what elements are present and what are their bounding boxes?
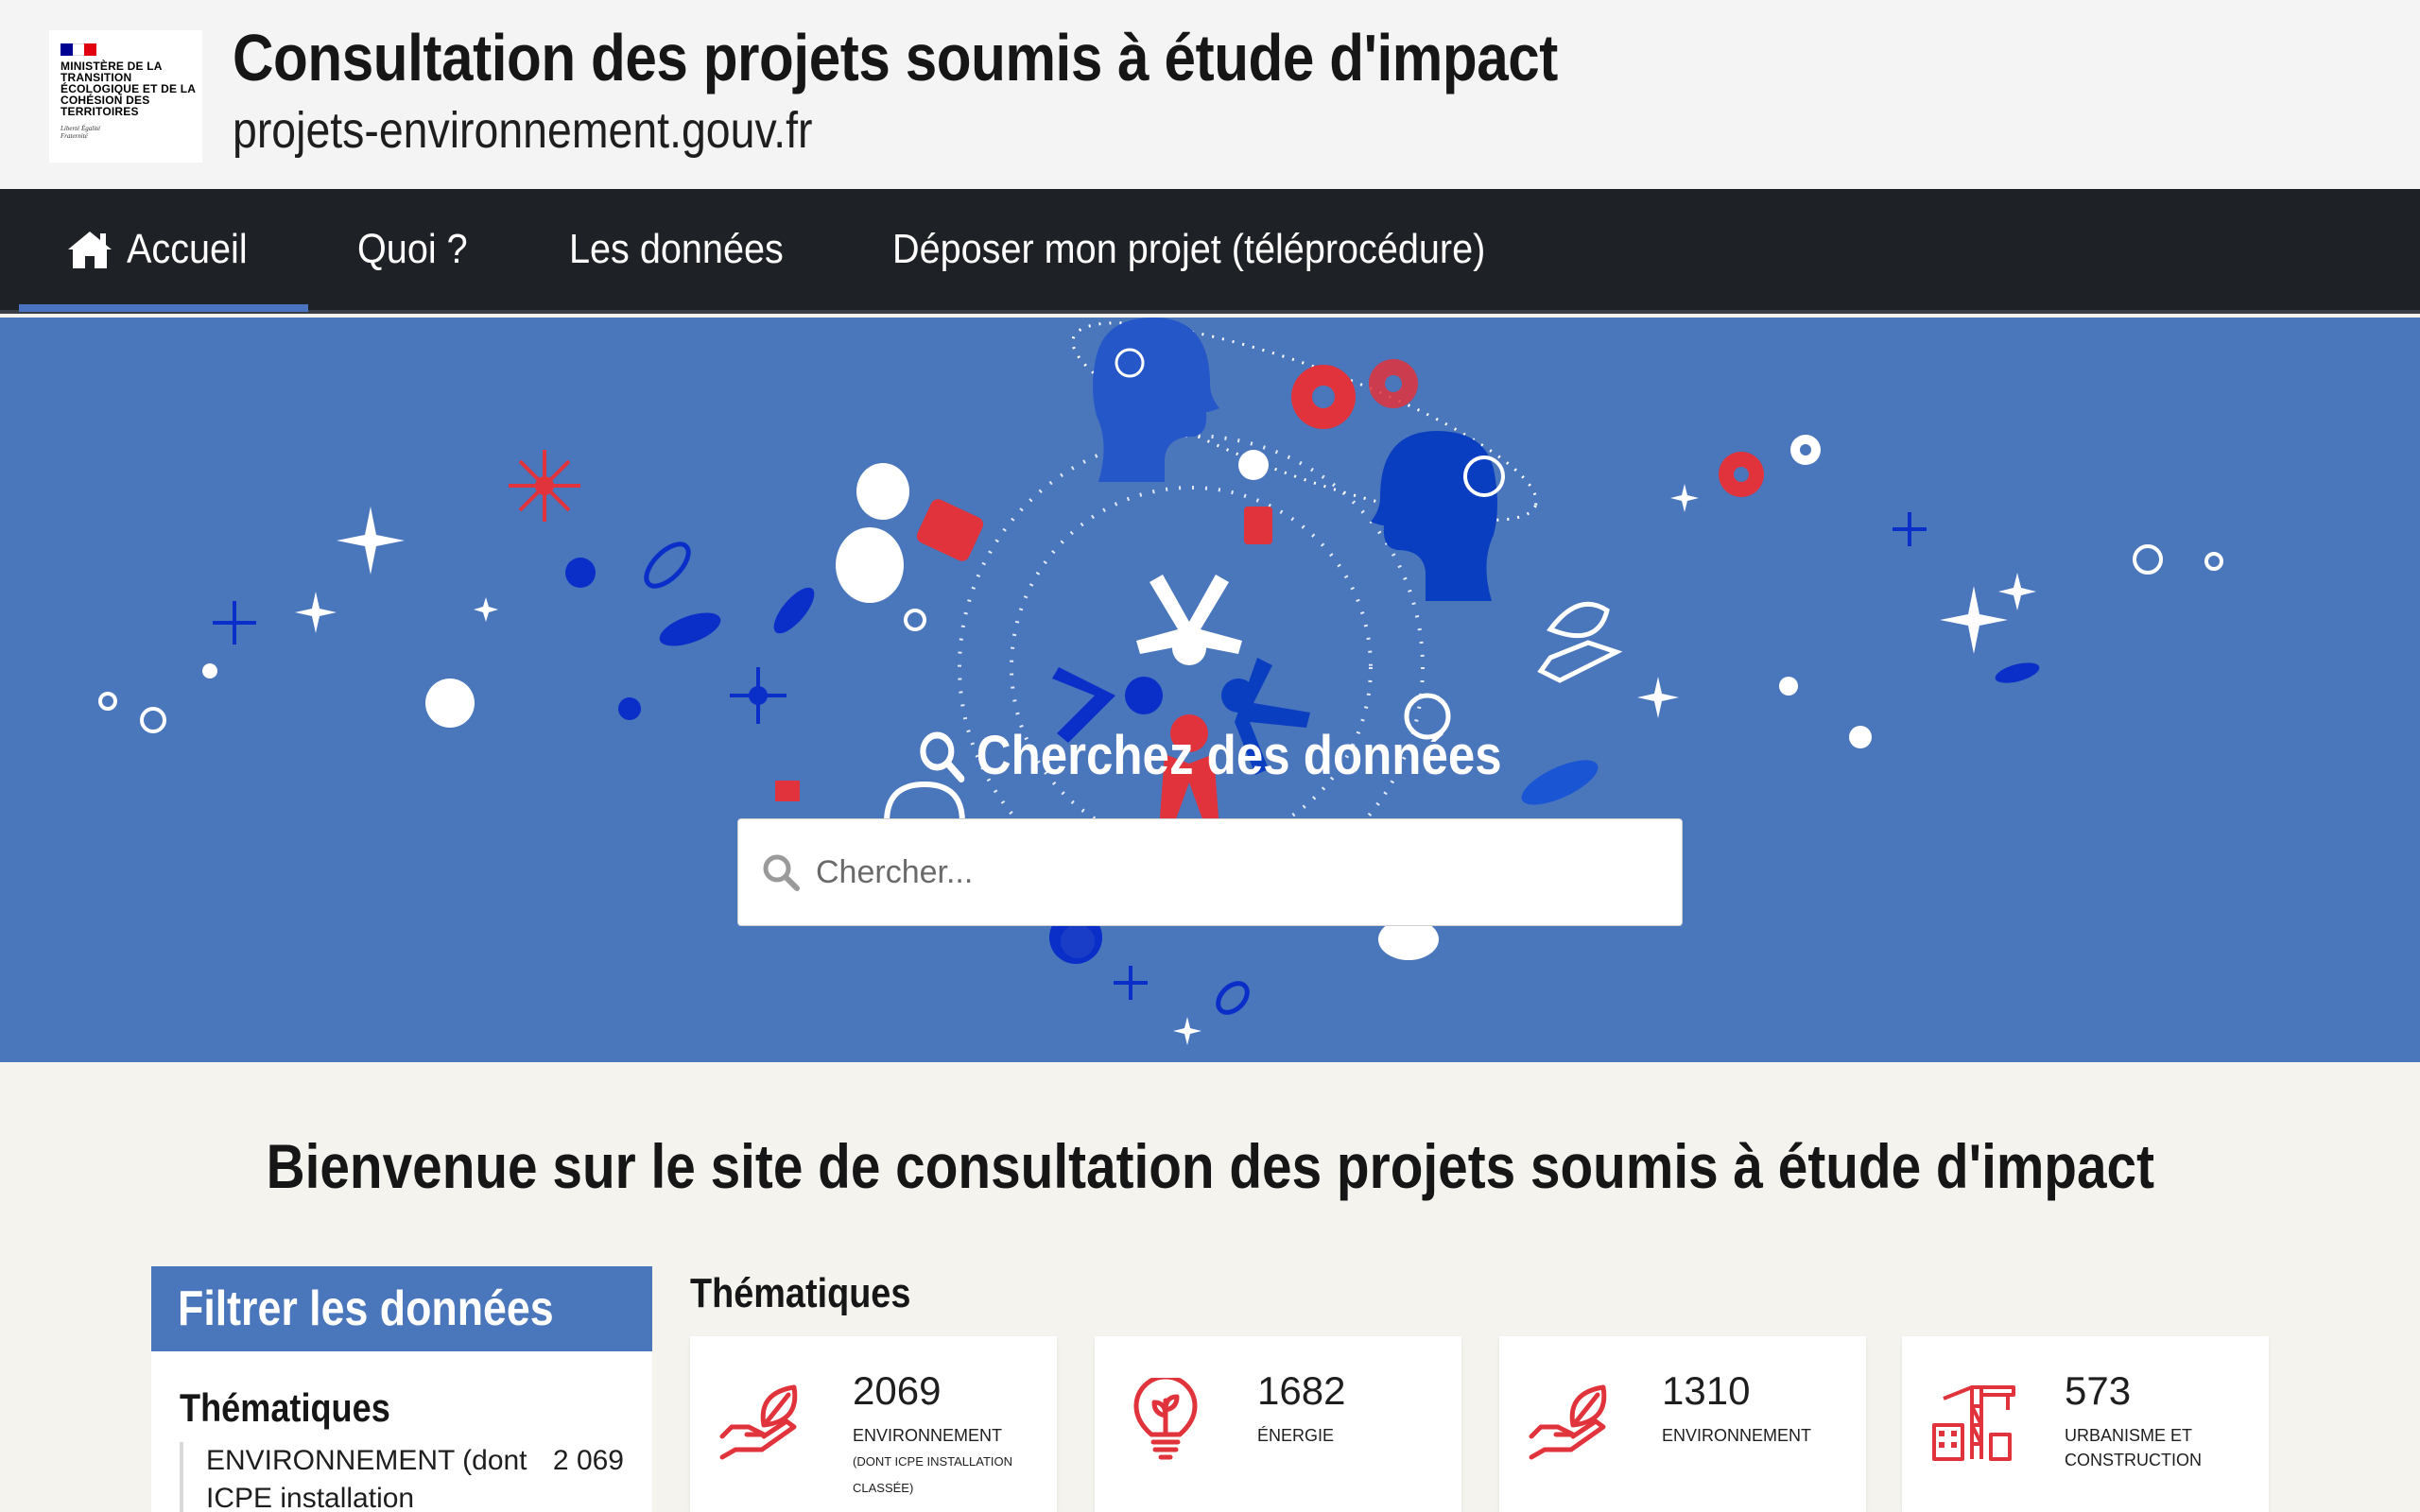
hero-illustration (98, 318, 2223, 1045)
filter-section-title: Thématiques (151, 1385, 652, 1431)
nav-item-accueil[interactable]: Accueil (19, 189, 308, 312)
welcome-title: Bienvenue sur le site de consultation de… (0, 1130, 2420, 1202)
filter-item-label: ENVIRONNEMENT (dont ICPE installation cl… (206, 1445, 527, 1512)
leaf-hand-icon (1529, 1384, 1607, 1460)
welcome-title-text: Bienvenue sur le site de consultation de… (266, 1131, 2154, 1201)
card-count: 2069 (853, 1368, 942, 1413)
search-heading: Cherchez des données (0, 724, 2420, 796)
filter-item-count: 2 069 (552, 1445, 624, 1476)
card-sublabel: (dont ICPE installation classée) (853, 1454, 1013, 1495)
filter-title-text: Filtrer les données (178, 1281, 554, 1336)
search-icon (763, 854, 800, 891)
nav-item-label: Les données (569, 226, 784, 272)
card-label: Environnement (1662, 1423, 1851, 1448)
nav-item-label: Déposer mon projet (téléprocédure) (892, 226, 1486, 272)
card-count: 573 (2065, 1368, 2132, 1413)
thematique-card-urbanisme[interactable]: 573 Urbanisme et construction (1902, 1336, 2269, 1512)
thematique-card-environnement[interactable]: 1310 Environnement (1499, 1336, 1866, 1512)
site-header: Ministère de la transition écologique et… (0, 0, 2420, 189)
card-label-text: Urbanisme et construction (2065, 1426, 2202, 1469)
search-box[interactable] (737, 818, 1683, 926)
card-label-text: Environnement (853, 1426, 1003, 1445)
home-icon (68, 232, 112, 268)
thematiques-title: Thématiques (690, 1270, 946, 1317)
thematiques-title-text: Thématiques (690, 1270, 911, 1316)
search-icon (920, 731, 965, 782)
filter-panel: Filtrer les données Thématiques ENVIRONN… (151, 1266, 652, 1512)
filter-panel-title: Filtrer les données (151, 1266, 652, 1351)
card-label-text: Énergie (1257, 1426, 1335, 1445)
search-heading-text: Cherchez des données (976, 725, 1502, 786)
card-label-text: Environnement (1662, 1426, 1812, 1445)
lightbulb-plant-icon (1133, 1378, 1198, 1460)
main-nav: Accueil Quoi ? Les données Déposer mon p… (0, 189, 2420, 314)
card-count: 1310 (1662, 1368, 1751, 1413)
french-flag-icon (60, 43, 97, 56)
nav-item-quoi[interactable]: Quoi ? (357, 189, 480, 310)
nav-item-label: Accueil (127, 226, 248, 272)
logo-motto: Liberté Égalité Fraternité (60, 125, 101, 140)
crane-building-icon (1932, 1385, 2015, 1461)
thematique-card-environnement-icpe[interactable]: 2069 Environnement (dont ICPE installati… (690, 1336, 1057, 1512)
filter-item-environnement[interactable]: ENVIRONNEMENT (dont ICPE installation cl… (180, 1442, 633, 1512)
thematique-card-energie[interactable]: 1682 Énergie (1095, 1336, 1461, 1512)
filter-section-text: Thématiques (180, 1385, 390, 1430)
site-title[interactable]: Consultation des projets soumis à étude … (233, 19, 1558, 96)
nav-item-deposer-projet[interactable]: Déposer mon projet (téléprocédure) (892, 189, 1551, 310)
card-label: Énergie (1257, 1423, 1446, 1448)
nav-item-les-donnees[interactable]: Les données (569, 189, 807, 310)
search-input[interactable] (816, 825, 1648, 919)
card-count: 1682 (1257, 1368, 1346, 1413)
logo-ministry-name: Ministère de la transition écologique et… (60, 60, 196, 118)
site-subtitle: projets-environnement.gouv.fr (233, 102, 813, 159)
ministry-logo[interactable]: Ministère de la transition écologique et… (49, 30, 202, 163)
card-label: Environnement (dont ICPE installation cl… (853, 1423, 1042, 1501)
card-label: Urbanisme et construction (2065, 1423, 2254, 1472)
nav-item-label: Quoi ? (357, 226, 468, 272)
leaf-hand-icon (719, 1384, 798, 1460)
hero-banner: Cherchez des données (0, 318, 2420, 1062)
